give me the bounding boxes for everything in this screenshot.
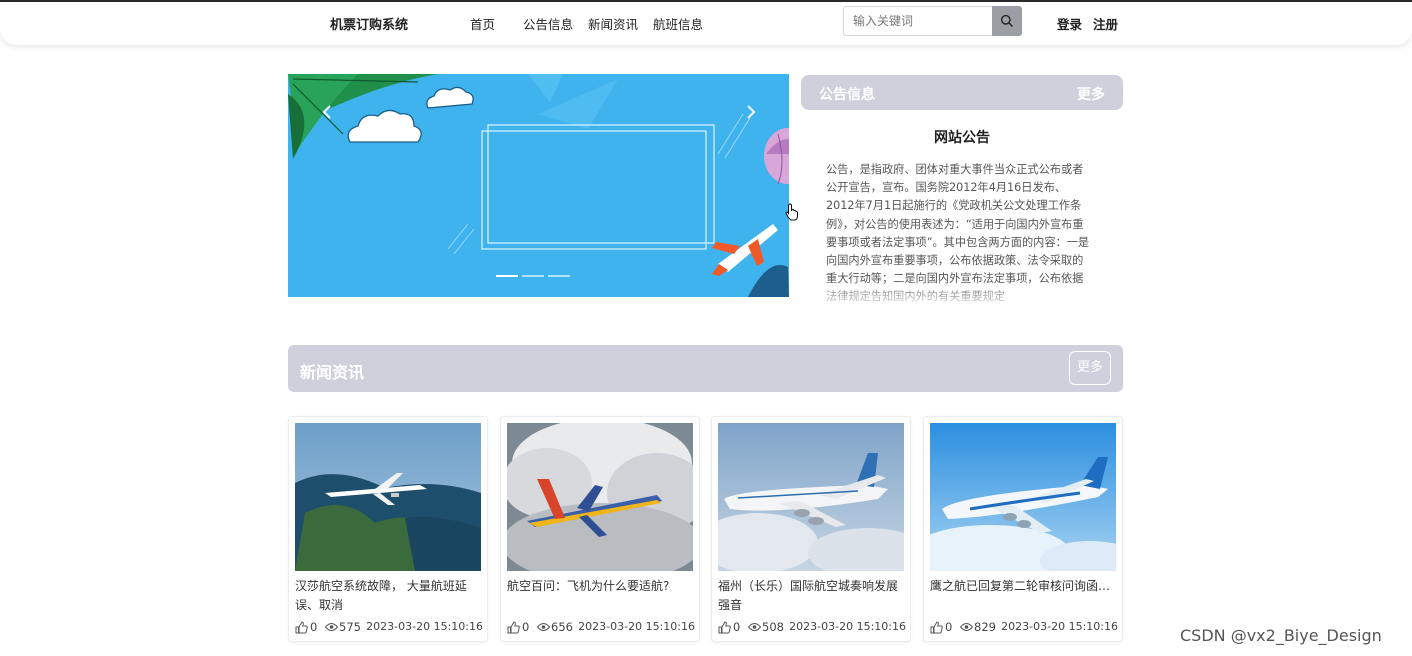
search-icon — [1000, 14, 1014, 28]
notice-more-link[interactable]: 更多 — [1077, 84, 1105, 104]
site-brand[interactable]: 机票订购系统 — [330, 14, 408, 33]
publish-date: 2023-03-20 15:10:16 — [578, 620, 695, 633]
thumbs-up-icon[interactable] — [930, 621, 943, 634]
news-image[interactable] — [930, 423, 1116, 571]
view-count: 575 — [339, 620, 361, 634]
notice-panel-header: 公告信息 更多 — [801, 75, 1123, 110]
publish-date: 2023-03-20 15:10:16 — [366, 620, 483, 633]
news-meta: 0 508 2023-03-20 15:10:16 — [718, 620, 906, 636]
view-count: 656 — [551, 620, 573, 634]
view-count: 829 — [974, 620, 996, 634]
nav-item-flights[interactable]: 航班信息 — [653, 14, 703, 33]
news-meta: 0 656 2023-03-20 15:10:16 — [507, 620, 695, 636]
news-image[interactable] — [718, 423, 904, 571]
search-input[interactable] — [843, 6, 993, 36]
news-section-title: 新闻资讯 — [300, 363, 365, 382]
eye-icon — [537, 623, 550, 631]
navbar: 机票订购系统 首页 公告信息 新闻资讯 航班信息 登录 注册 — [0, 2, 1412, 45]
publish-date: 2023-03-20 15:10:16 — [1001, 620, 1118, 633]
thumbs-up-icon[interactable] — [718, 621, 731, 634]
eye-icon — [960, 623, 973, 631]
thumbs-up-icon[interactable] — [507, 621, 520, 634]
news-meta: 0 829 2023-03-20 15:10:16 — [930, 620, 1118, 636]
eye-icon — [325, 623, 338, 631]
news-image[interactable] — [507, 423, 693, 571]
news-image[interactable] — [295, 423, 481, 571]
carousel-dot-2[interactable] — [522, 275, 544, 277]
login-link[interactable]: 登录 — [1057, 14, 1082, 33]
news-title[interactable]: 汉莎航空系统故障， 大量航班延误、取消 — [295, 577, 483, 615]
nav-item-notices[interactable]: 公告信息 — [523, 14, 573, 33]
news-card[interactable]: 汉莎航空系统故障， 大量航班延误、取消 0 575 2023-03-20 15:… — [288, 416, 488, 642]
carousel-dot-1[interactable] — [496, 275, 518, 277]
banner-illustration — [288, 74, 789, 297]
chevron-left-icon[interactable] — [316, 100, 338, 124]
news-card[interactable]: 福州（长乐）国际航空城奏响发展强音 0 508 2023-03-20 15:10… — [711, 416, 911, 642]
notice-panel-title: 公告信息 — [819, 87, 875, 103]
view-count: 508 — [762, 620, 784, 634]
banner-carousel[interactable] — [288, 74, 789, 297]
news-section-header: 新闻资讯 更多 — [288, 345, 1123, 392]
like-count: 0 — [310, 620, 318, 634]
eye-icon — [748, 623, 761, 631]
chevron-right-icon[interactable] — [740, 100, 762, 124]
news-card[interactable]: 鹰之航已回复第二轮审核问询函：国家高新技术企业，助力提高国产民用航空维修水平 0… — [923, 416, 1123, 642]
thumbs-up-icon[interactable] — [295, 621, 308, 634]
register-link[interactable]: 注册 — [1093, 14, 1118, 33]
watermark: CSDN @vx2_Biye_Design — [1180, 626, 1382, 645]
notice-fade-overlay — [820, 280, 1110, 306]
nav-item-news[interactable]: 新闻资讯 — [588, 14, 638, 33]
nav-item-home[interactable]: 首页 — [470, 14, 495, 33]
news-meta: 0 575 2023-03-20 15:10:16 — [295, 620, 483, 636]
carousel-dot-3[interactable] — [548, 275, 570, 277]
like-count: 0 — [522, 620, 530, 634]
news-title[interactable]: 福州（长乐）国际航空城奏响发展强音 — [718, 577, 906, 615]
like-count: 0 — [945, 620, 953, 634]
news-card[interactable]: 航空百问：飞机为什么要适航? 0 656 2023-03-20 15:10:16 — [500, 416, 700, 642]
mouse-cursor-icon — [785, 203, 798, 221]
publish-date: 2023-03-20 15:10:16 — [789, 620, 906, 633]
search-button[interactable] — [992, 6, 1022, 36]
news-title[interactable]: 航空百问：飞机为什么要适航? — [507, 577, 695, 615]
news-more-button[interactable]: 更多 — [1069, 351, 1111, 385]
notice-title[interactable]: 网站公告 — [801, 127, 1123, 147]
news-title[interactable]: 鹰之航已回复第二轮审核问询函：国家高新技术企业，助力提高国产民用航空维修水平 — [930, 577, 1118, 615]
like-count: 0 — [733, 620, 741, 634]
